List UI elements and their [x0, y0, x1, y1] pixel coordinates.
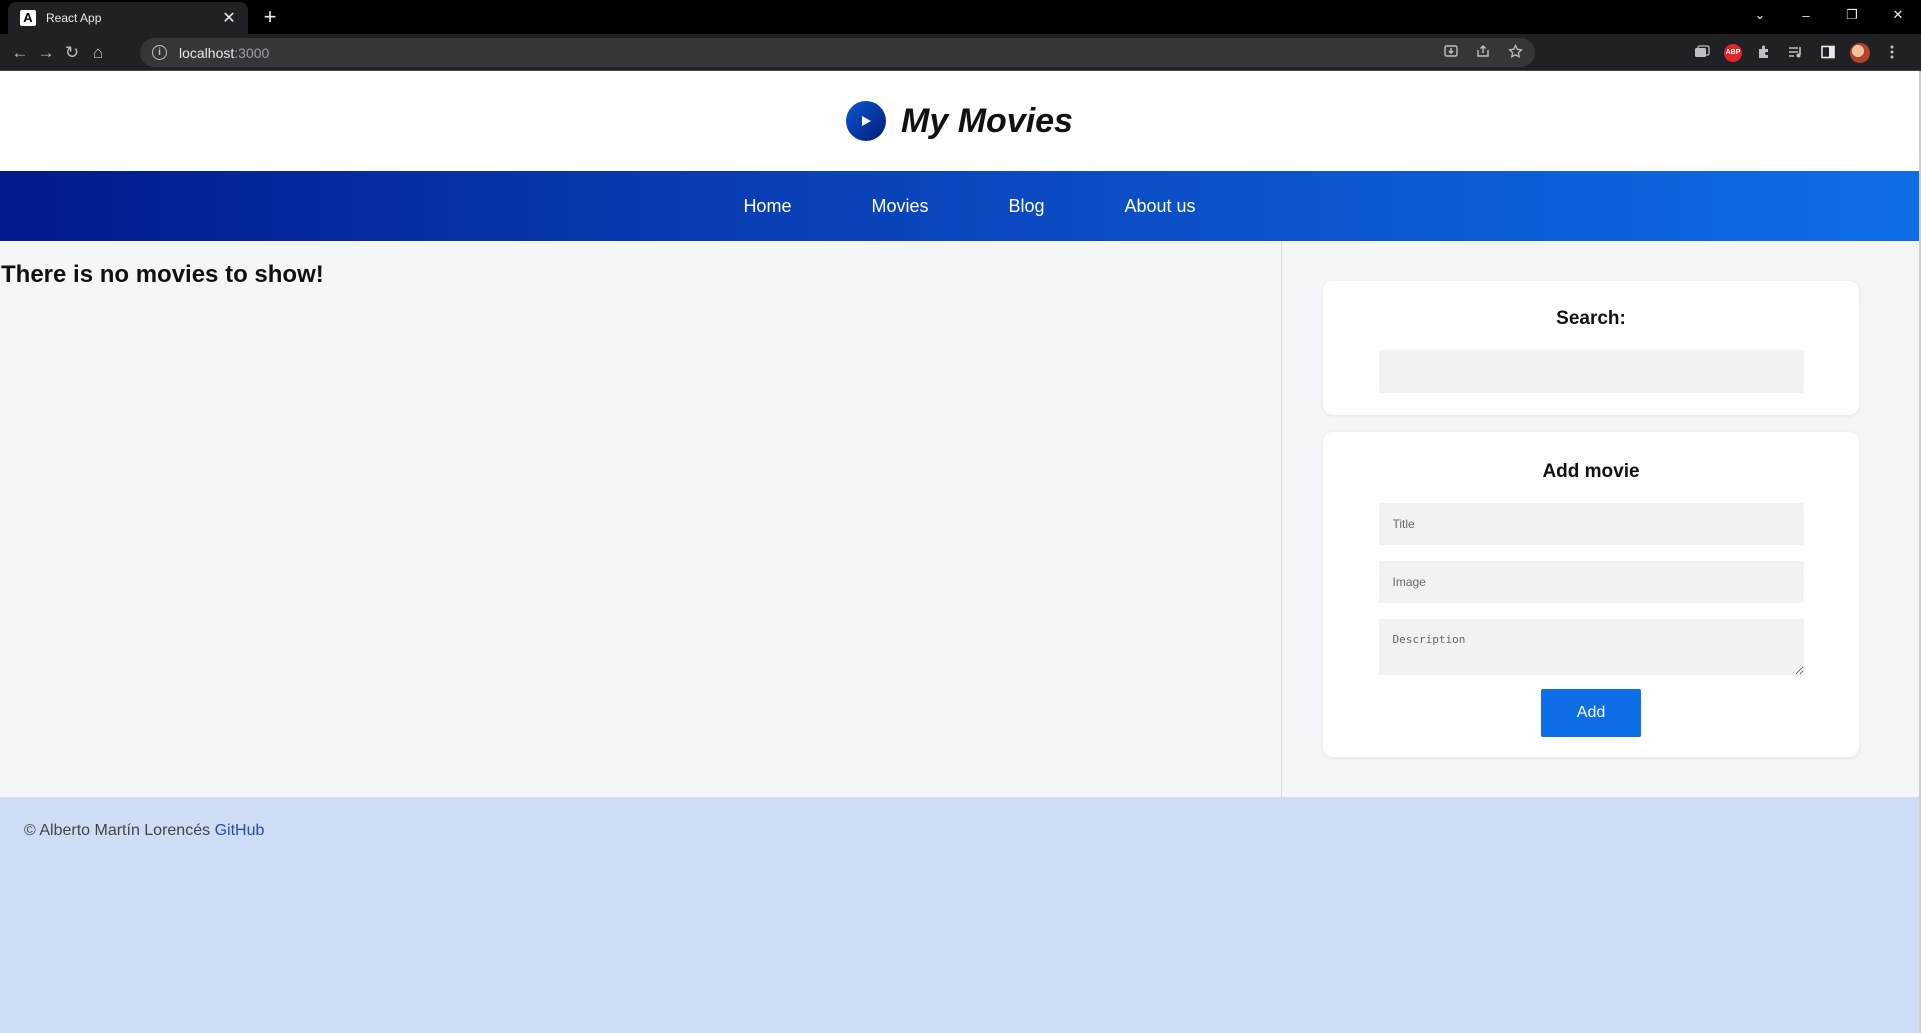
page: My Movies Home Movies Blog About us Ther… — [0, 71, 1919, 1033]
nav-link-about-us[interactable]: About us — [1125, 196, 1196, 216]
tab-search-icon[interactable]: ⌄ — [1737, 0, 1783, 30]
extension-cards-icon[interactable] — [1692, 44, 1712, 62]
extensions-area: ABP — [1692, 40, 1902, 66]
browser-tab-strip: A React App ✕ + ⌄ – ❐ ✕ — [0, 0, 1921, 34]
search-heading: Search: — [1556, 308, 1626, 329]
adblock-icon[interactable]: ABP — [1724, 44, 1742, 62]
main-nav: Home Movies Blog About us — [0, 171, 1919, 241]
restore-button[interactable]: ❐ — [1829, 0, 1875, 30]
window-controls: ⌄ – ❐ ✕ — [1737, 0, 1921, 30]
back-icon[interactable]: ← — [8, 41, 32, 65]
extensions-puzzle-icon[interactable] — [1754, 44, 1774, 62]
nav-link-home[interactable]: Home — [743, 196, 791, 216]
empty-movies-message: There is no movies to show! — [1, 261, 324, 288]
forward-icon[interactable]: → — [34, 41, 58, 65]
side-panel-icon[interactable] — [1818, 45, 1838, 62]
url-host: localhost — [179, 44, 235, 61]
menu-kebab-icon[interactable] — [1882, 45, 1902, 62]
movie-title-field[interactable] — [1378, 503, 1804, 545]
add-movie-card: Add movie Add — [1323, 432, 1859, 757]
tab-close-icon[interactable]: ✕ — [220, 8, 238, 28]
home-icon[interactable]: ⌂ — [86, 41, 110, 65]
add-movie-button[interactable]: Add — [1541, 689, 1641, 737]
movie-image-field[interactable] — [1378, 561, 1804, 603]
site-info-icon[interactable]: i — [152, 45, 167, 60]
github-link[interactable]: GitHub — [215, 822, 265, 839]
nav-link-movies[interactable]: Movies — [871, 196, 928, 216]
nav-link-blog[interactable]: Blog — [1008, 196, 1044, 216]
footer-copyright: © Alberto Martín Lorencés — [24, 822, 211, 839]
movies-list-area: There is no movies to show! — [0, 241, 1282, 797]
browser-toolbar: ← → ↻ ⌂ i localhost:3000 ABP — [0, 34, 1921, 71]
bookmark-star-icon[interactable] — [1505, 43, 1525, 62]
search-card: Search: — [1323, 281, 1859, 415]
search-input[interactable] — [1378, 350, 1804, 393]
add-movie-heading: Add movie — [1542, 461, 1640, 482]
share-icon[interactable] — [1473, 44, 1493, 61]
new-tab-button[interactable]: + — [258, 5, 282, 29]
minimize-button[interactable]: – — [1783, 0, 1829, 30]
play-logo-icon — [846, 101, 887, 141]
browser-tab[interactable]: A React App ✕ — [8, 2, 248, 34]
react-app-favicon-icon: A — [20, 10, 36, 26]
tab-title: React App — [46, 11, 102, 25]
url-text[interactable]: localhost:3000 — [179, 45, 269, 61]
install-app-icon[interactable] — [1441, 44, 1461, 61]
content-area: There is no movies to show! Search: Add … — [0, 241, 1919, 797]
site-footer: © Alberto Martín Lorencés GitHub — [0, 797, 1919, 1033]
site-title: My Movies — [901, 101, 1073, 140]
site-header: My Movies — [0, 71, 1919, 171]
address-bar[interactable]: i localhost:3000 — [140, 38, 1535, 67]
profile-avatar[interactable] — [1850, 43, 1870, 63]
url-port: :3000 — [234, 44, 270, 61]
reload-icon[interactable]: ↻ — [60, 41, 84, 65]
media-queue-icon[interactable] — [1786, 45, 1806, 62]
omnibox-actions — [1441, 38, 1525, 67]
movie-description-field[interactable] — [1378, 619, 1804, 675]
close-window-button[interactable]: ✕ — [1875, 0, 1921, 30]
